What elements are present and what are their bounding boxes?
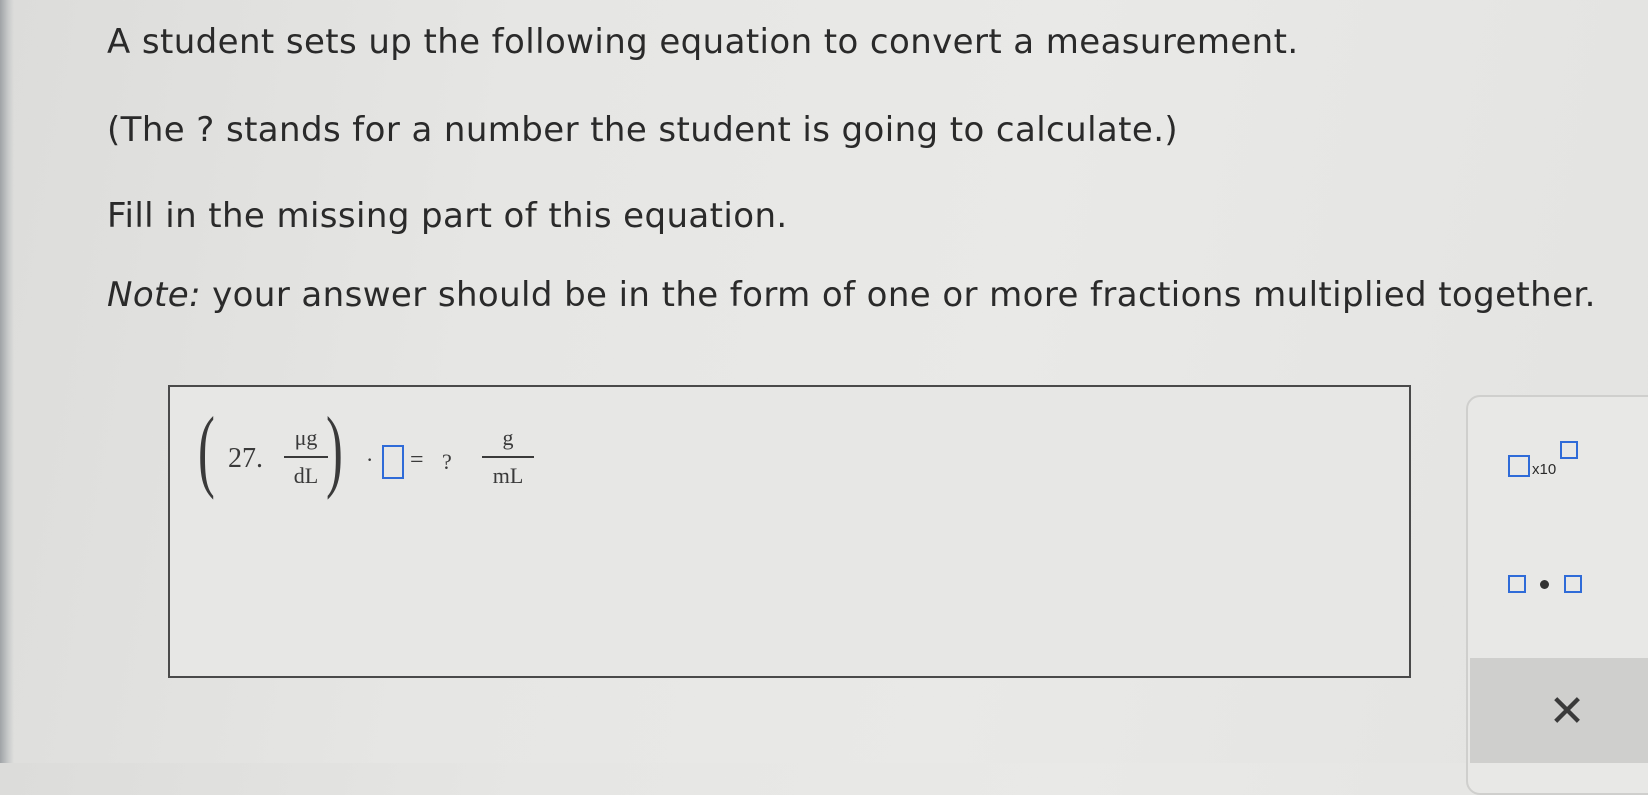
coefficient: 27.	[228, 443, 263, 474]
multiply-dot: ·	[366, 447, 374, 472]
target-unit-numerator: g	[502, 425, 514, 450]
exponent-box-icon	[1560, 441, 1578, 459]
unit-fraction-given: μg dL	[284, 425, 328, 489]
question-line-3: Fill in the missing part of this equatio…	[107, 196, 788, 236]
multiply-dot-icon	[1540, 580, 1549, 589]
close-paren: )	[326, 398, 343, 500]
note-label: Note:	[107, 275, 201, 315]
sci-notation-button[interactable]: x10	[1508, 441, 1588, 491]
right-box-icon	[1564, 575, 1582, 593]
clear-button[interactable]: ✕	[1542, 686, 1592, 737]
multiply-dot-button[interactable]	[1508, 573, 1598, 603]
unknown-value: ?	[442, 449, 452, 474]
unit-numerator: μg	[294, 425, 318, 450]
unit-fraction-target: g mL	[482, 425, 534, 489]
sci-notation-icon	[1508, 455, 1530, 477]
question-note: Note: your answer should be in the form …	[107, 275, 1596, 315]
equals-sign: =	[410, 447, 424, 473]
question-line-2: (The ? stands for a number the student i…	[107, 110, 1179, 150]
open-paren: (	[198, 398, 215, 500]
sci-notation-label: x10	[1532, 461, 1557, 478]
question-line-1: A student sets up the following equation…	[107, 22, 1299, 62]
target-unit-denominator: mL	[492, 463, 524, 488]
left-edge-shadow	[0, 0, 14, 763]
answer-input-slot[interactable]	[382, 445, 404, 479]
fraction-bar	[284, 456, 328, 458]
equation: ( 27. μg dL ) · = ? g mL	[198, 403, 558, 507]
fraction-bar	[482, 456, 534, 458]
answer-box[interactable]: ( 27. μg dL ) · = ? g mL	[168, 385, 1411, 678]
left-box-icon	[1508, 575, 1526, 593]
note-text: your answer should be in the form of one…	[200, 275, 1596, 315]
unit-denominator: dL	[293, 463, 319, 488]
